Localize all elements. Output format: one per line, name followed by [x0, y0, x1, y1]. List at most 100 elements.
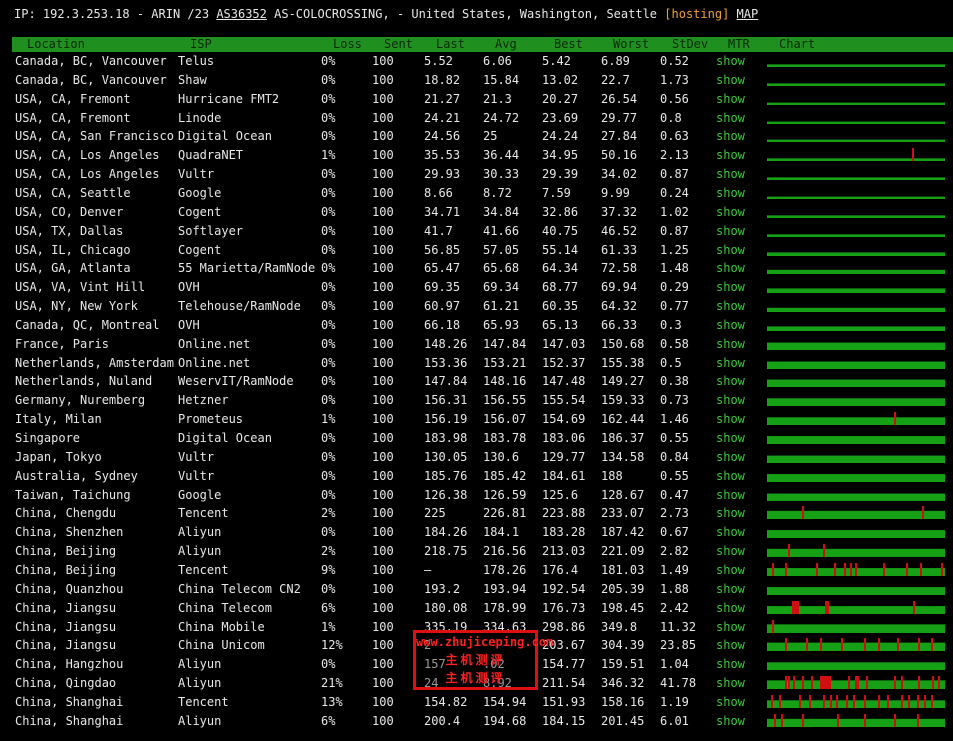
row-best: 24.24 — [542, 129, 579, 144]
mtr-show-link[interactable]: show — [716, 504, 745, 523]
row-worst: 150.68 — [601, 336, 645, 351]
mtr-show-link[interactable]: show — [716, 580, 745, 599]
row-stdev: 0.3 — [660, 317, 682, 332]
mtr-show-link[interactable]: show — [716, 486, 745, 505]
mtr-show-link[interactable]: show — [716, 316, 745, 335]
packet-loss-spike — [774, 713, 776, 727]
latency-sparkline — [767, 662, 945, 671]
packet-loss-spike — [866, 676, 868, 690]
mtr-show-link[interactable]: show — [716, 184, 745, 203]
mtr-show-link[interactable]: show — [716, 410, 745, 429]
col-worst: Worst — [613, 37, 650, 51]
row-last: 34.71 — [424, 204, 461, 219]
sparkline-bar — [767, 417, 945, 426]
latency-sparkline — [767, 638, 945, 652]
mtr-show-link[interactable]: show — [716, 335, 745, 354]
mtr-show-link[interactable]: show — [716, 297, 745, 316]
row-location: China, Shenzhen — [15, 525, 124, 540]
row-loss: 0% — [321, 204, 336, 219]
row-isp: Aliyun — [178, 713, 222, 728]
row-stdev: 1.88 — [660, 581, 689, 596]
mtr-show-link[interactable]: show — [716, 712, 745, 731]
col-stdev: StDev — [672, 37, 709, 51]
mtr-show-link[interactable]: show — [716, 241, 745, 260]
packet-loss-spike — [912, 148, 914, 162]
latency-sparkline — [767, 412, 945, 426]
mtr-show-link[interactable]: show — [716, 618, 745, 637]
mtr-show-link[interactable]: show — [716, 203, 745, 222]
mtr-show-link[interactable]: show — [716, 599, 745, 618]
row-sent: 100 — [372, 242, 394, 257]
col-avg: Avg — [495, 37, 517, 51]
table-row: China, Shanghai Aliyun 6% 100 200.4 194.68 184… — [0, 712, 953, 731]
sparkline-bar — [767, 83, 945, 86]
mtr-show-link[interactable]: show — [716, 674, 745, 693]
mtr-show-link[interactable]: show — [716, 429, 745, 448]
mtr-show-link[interactable]: show — [716, 467, 745, 486]
mtr-show-link[interactable]: show — [716, 561, 745, 580]
packet-loss-spike — [878, 638, 880, 652]
table-row: USA, CA, Fremont Linode 0% 100 24.21 24.72 23.… — [0, 109, 953, 128]
mtr-show-link[interactable]: show — [716, 165, 745, 184]
mtr-show-link[interactable]: show — [716, 90, 745, 109]
table-row: France, Paris Online.net 0% 100 148.26 147.84… — [0, 335, 953, 354]
row-location: USA, CA, Fremont — [15, 110, 131, 125]
row-avg: 194.68 — [483, 713, 527, 728]
watermark-url: www.zhujiceping.com — [416, 635, 554, 649]
row-isp: China Mobile — [178, 619, 265, 634]
map-link[interactable]: MAP — [737, 7, 759, 21]
latency-sparkline — [767, 64, 945, 67]
latency-sparkline — [767, 506, 945, 520]
packet-loss-spike — [878, 694, 880, 708]
latency-sparkline — [767, 342, 945, 350]
col-isp: ISP — [190, 37, 212, 51]
row-loss: 0% — [321, 167, 336, 182]
mtr-show-link[interactable]: show — [716, 109, 745, 128]
row-worst: 128.67 — [601, 487, 645, 502]
latency-sparkline — [767, 562, 945, 576]
sparkline-bar — [767, 436, 945, 444]
mtr-show-link[interactable]: show — [716, 52, 745, 71]
row-location: USA, CO, Denver — [15, 204, 124, 219]
packet-loss-spike — [793, 600, 795, 614]
row-avg: 147.84 — [483, 336, 527, 351]
mtr-show-link[interactable]: show — [716, 391, 745, 410]
sparkline-bar — [767, 342, 945, 350]
row-worst: 205.39 — [601, 581, 645, 596]
row-worst: 46.52 — [601, 223, 638, 238]
row-last: 24.56 — [424, 129, 461, 144]
row-worst: 64.32 — [601, 299, 638, 314]
row-avg: 130.6 — [483, 449, 520, 464]
mtr-show-link[interactable]: show — [716, 693, 745, 712]
mtr-show-link[interactable]: show — [716, 127, 745, 146]
row-location: Singapore — [15, 431, 81, 445]
mtr-show-link[interactable]: show — [716, 542, 745, 561]
packet-loss-spike — [781, 713, 783, 727]
mtr-show-link[interactable]: show — [716, 655, 745, 674]
asn-link[interactable]: AS36352 — [216, 7, 267, 21]
row-best: 183.28 — [542, 525, 586, 540]
row-sent: 100 — [372, 694, 394, 709]
row-sent: 100 — [372, 317, 394, 332]
mtr-show-link[interactable]: show — [716, 448, 745, 467]
mtr-show-link[interactable]: show — [716, 146, 745, 165]
mtr-show-link[interactable]: show — [716, 372, 745, 391]
row-loss: 0% — [321, 261, 336, 276]
row-isp: Aliyun — [178, 676, 222, 691]
row-avg: 8.72 — [483, 185, 512, 200]
mtr-show-link[interactable]: show — [716, 259, 745, 278]
row-worst: 66.33 — [601, 317, 638, 332]
row-loss: 0% — [321, 223, 336, 238]
mtr-show-link[interactable]: show — [716, 71, 745, 90]
table-row: USA, CO, Denver Cogent 0% 100 34.71 34.84 32.8… — [0, 203, 953, 222]
sparkline-bar — [767, 326, 945, 331]
table-row: China, Shenzhen Aliyun 0% 100 184.26 184.1 183… — [0, 523, 953, 542]
row-isp: Cogent — [178, 242, 222, 257]
mtr-show-link[interactable]: show — [716, 523, 745, 542]
mtr-show-link[interactable]: show — [716, 636, 745, 655]
mtr-show-link[interactable]: show — [716, 354, 745, 373]
mtr-show-link[interactable]: show — [716, 222, 745, 241]
mtr-show-link[interactable]: show — [716, 278, 745, 297]
row-location: USA, CA, Los Angeles — [15, 167, 160, 182]
row-avg: 183.78 — [483, 431, 527, 445]
